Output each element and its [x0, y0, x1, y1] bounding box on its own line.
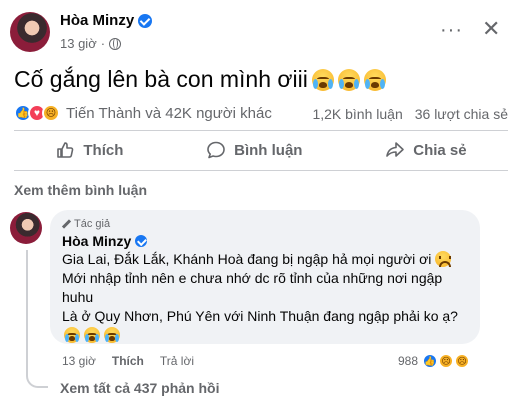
- crying-face-icon: [64, 327, 80, 343]
- reactions-text[interactable]: Tiến Thành và 42K người khác: [66, 105, 272, 122]
- author-avatar[interactable]: [10, 12, 50, 52]
- commenter-avatar[interactable]: [10, 212, 42, 244]
- comment-line: Mới nhập tỉnh nên e chưa nhớ dc rõ tỉnh …: [62, 270, 443, 286]
- engagement-counts: 1,2K bình luận 36 lượt chia sẻ: [312, 106, 508, 122]
- more-options-icon[interactable]: ···: [440, 20, 463, 40]
- reply-thread-line: [26, 250, 48, 388]
- comment-time[interactable]: 13 giờ: [62, 354, 96, 368]
- crying-face-icon: [363, 68, 386, 91]
- comment-line: huhu: [62, 289, 94, 305]
- share-arrow-icon: [386, 142, 405, 157]
- pencil-icon: [62, 220, 71, 229]
- author-badge: Tác giả: [62, 218, 468, 230]
- share-button[interactable]: Chia sẻ: [369, 136, 482, 164]
- comment-label: Bình luận: [234, 141, 303, 159]
- comment-line: Gia Lai, Đắk Lắk, Khánh Hoà đang bị ngập…: [62, 250, 468, 268]
- view-all-replies-link[interactable]: Xem tất cả 437 phản hồi: [60, 380, 220, 396]
- reactions-summary[interactable]: 👍 ♥ ☹ Tiến Thành và 42K người khác: [14, 104, 272, 122]
- crying-face-icon: [104, 327, 120, 343]
- comment-reply-button[interactable]: Trả lời: [160, 354, 194, 368]
- post-text-content: Cố gắng lên bà con mình ơiii: [14, 66, 308, 92]
- post-meta: 13 giờ ·: [60, 36, 122, 51]
- sad-face-icon: [435, 251, 452, 267]
- verified-badge-icon: [135, 235, 148, 247]
- comment-reactions[interactable]: 988 👍 ☹ ☹: [398, 353, 471, 369]
- post-actions: Thích Bình luận Chia sẻ: [14, 132, 508, 168]
- share-label: Chia sẻ: [413, 141, 467, 159]
- post-time[interactable]: 13 giờ: [60, 36, 97, 51]
- comment-author[interactable]: Hòa Minzy: [62, 233, 468, 249]
- divider: [14, 130, 508, 131]
- crying-face-icon: [311, 68, 334, 91]
- comment-actions: 13 giờ Thích Trả lời: [62, 354, 194, 368]
- comment-line: Là ở Quy Nhơn, Phú Yên với Ninh Thuận đa…: [62, 308, 458, 324]
- sad-reaction-icon: ☹: [42, 104, 60, 122]
- post-author[interactable]: Hòa Minzy: [60, 12, 153, 29]
- comment-bubble-icon: [207, 141, 225, 159]
- comment-bubble: Tác giả Hòa Minzy Gia Lai, Đắk Lắk, Khán…: [50, 210, 480, 344]
- comment-like-button[interactable]: Thích: [112, 354, 144, 368]
- verified-badge-icon: [138, 13, 153, 28]
- shares-count[interactable]: 36 lượt chia sẻ: [415, 106, 508, 122]
- globe-icon: [109, 37, 122, 50]
- comment-emoji-row: [62, 327, 468, 343]
- crying-face-icon: [84, 327, 100, 343]
- divider: [14, 170, 508, 171]
- crying-reaction-icon: ☹: [454, 353, 471, 369]
- author-badge-label: Tác giả: [74, 218, 111, 230]
- comment-author-name[interactable]: Hòa Minzy: [62, 233, 131, 249]
- sad-reaction-icon: ☹: [438, 353, 455, 369]
- see-more-comments-link[interactable]: Xem thêm bình luận: [14, 182, 147, 198]
- comment-reaction-count: 988: [398, 354, 419, 368]
- post-text: Cố gắng lên bà con mình ơiii: [14, 66, 386, 93]
- like-reaction-icon: 👍: [422, 353, 439, 369]
- comments-count[interactable]: 1,2K bình luận: [312, 106, 402, 122]
- post-author-name[interactable]: Hòa Minzy: [60, 12, 134, 29]
- comment-button[interactable]: Bình luận: [190, 136, 318, 164]
- thumbs-up-icon: [57, 142, 74, 158]
- crying-face-icon: [337, 68, 360, 91]
- like-button[interactable]: Thích: [39, 136, 139, 164]
- like-label: Thích: [83, 141, 124, 159]
- close-icon[interactable]: ✕: [482, 18, 500, 40]
